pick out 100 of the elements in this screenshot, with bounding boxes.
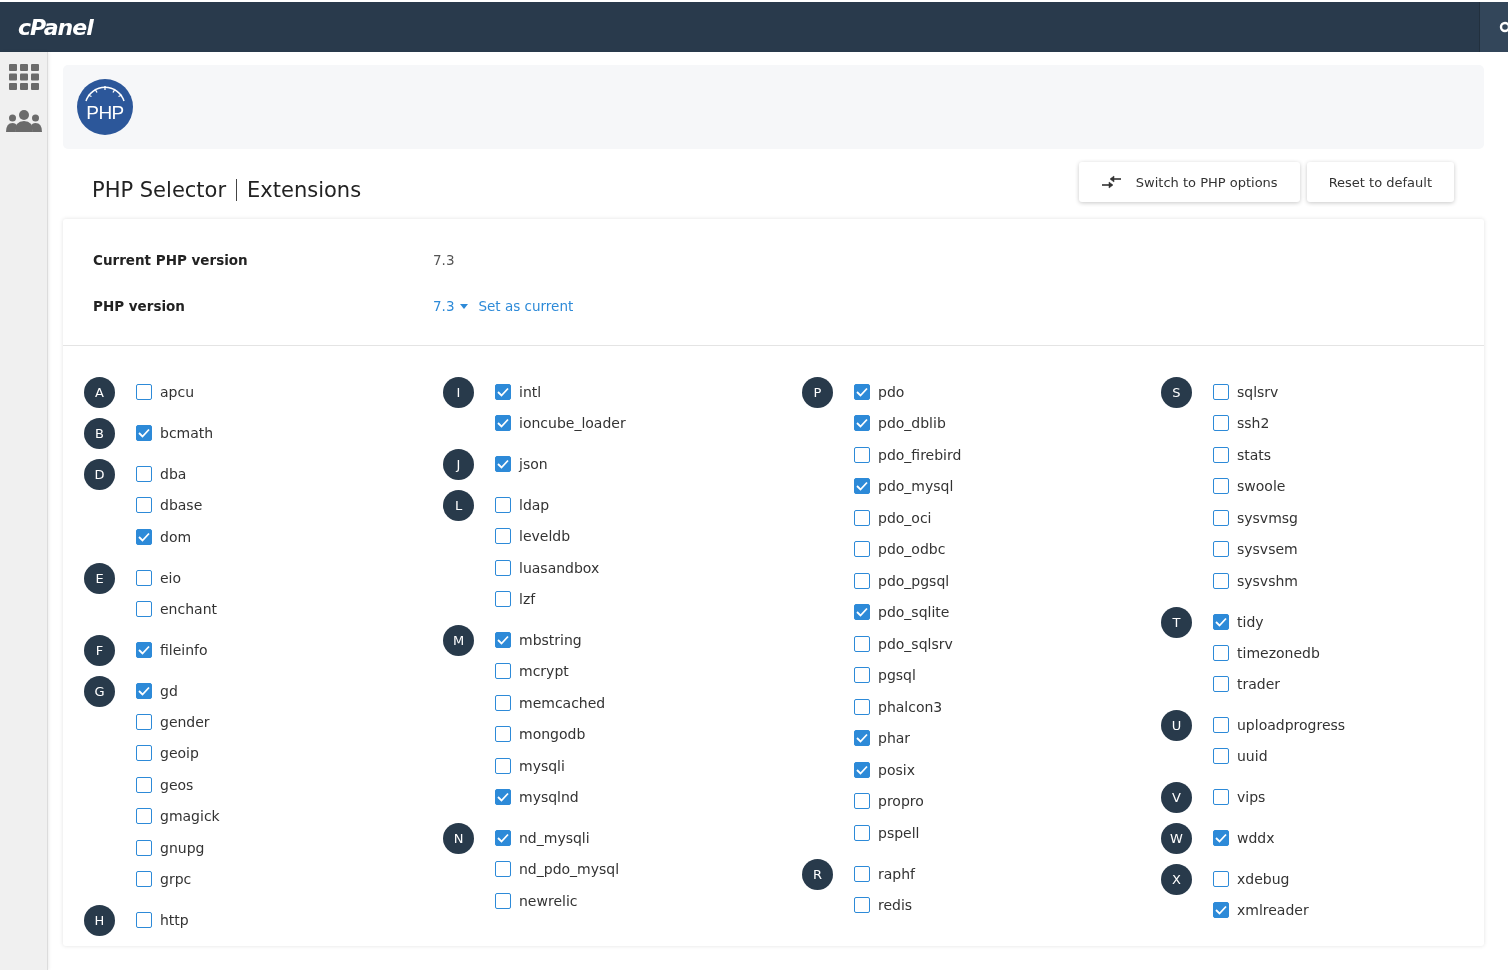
checkbox[interactable] — [495, 528, 511, 544]
checkbox[interactable] — [495, 726, 511, 742]
checkbox[interactable] — [495, 663, 511, 679]
checkbox[interactable] — [136, 384, 152, 400]
checkbox[interactable] — [495, 694, 511, 711]
checkbox[interactable] — [136, 745, 152, 761]
checkbox[interactable] — [1213, 830, 1229, 846]
checkbox[interactable] — [854, 635, 870, 652]
checkbox[interactable] — [136, 713, 152, 730]
extension-name: gnupg — [160, 839, 205, 856]
checkbox[interactable] — [854, 446, 870, 463]
field-label: Current PHP version — [93, 252, 249, 268]
checkbox[interactable] — [1213, 541, 1229, 557]
checkbox[interactable] — [1213, 676, 1229, 692]
checkbox[interactable] — [495, 757, 511, 774]
checkbox[interactable] — [854, 698, 870, 715]
checkbox[interactable] — [136, 839, 152, 856]
checkbox[interactable] — [136, 682, 152, 699]
extension-name: pdo_sqlite — [878, 604, 950, 620]
checkbox[interactable] — [854, 415, 870, 431]
extension-name: nd_mysqli — [519, 830, 590, 846]
letter-badge: D — [84, 459, 115, 490]
letter-badge: R — [802, 858, 833, 890]
extension-name: fileinfo — [160, 641, 208, 658]
checkbox[interactable] — [854, 572, 870, 589]
extension-name: mbstring — [519, 632, 582, 648]
extension-name: ldap — [519, 497, 550, 513]
checkbox[interactable] — [854, 509, 870, 526]
letter-badge: H — [84, 905, 115, 936]
checkbox[interactable] — [854, 384, 870, 400]
checkbox[interactable] — [1213, 613, 1229, 630]
checkbox[interactable] — [854, 793, 870, 809]
checkbox[interactable] — [1213, 717, 1229, 733]
checkbox[interactable] — [136, 912, 152, 928]
checkbox[interactable] — [495, 830, 511, 846]
version-dropdown[interactable]: 7.3 — [433, 298, 469, 314]
extension-name: redis — [878, 896, 913, 913]
checkbox[interactable] — [136, 466, 152, 482]
extension-name: phar — [878, 730, 911, 746]
checkbox[interactable] — [1213, 384, 1229, 400]
cpanel-logo[interactable]: cPanel — [18, 14, 93, 40]
extension-name: phalcon3 — [878, 698, 943, 715]
checkbox[interactable] — [1213, 871, 1229, 887]
checkbox[interactable] — [1213, 415, 1229, 431]
reset-button[interactable]: Reset to default — [1306, 162, 1454, 202]
checkbox[interactable] — [1213, 789, 1229, 805]
checkbox[interactable] — [136, 641, 152, 658]
checkbox[interactable] — [495, 559, 511, 576]
checkbox[interactable] — [136, 528, 152, 545]
checkbox[interactable] — [854, 730, 870, 746]
checkbox[interactable] — [495, 415, 511, 431]
checkbox[interactable] — [1213, 478, 1229, 494]
checkbox[interactable] — [854, 541, 870, 557]
checkbox[interactable] — [495, 456, 511, 472]
checkbox[interactable] — [136, 871, 152, 887]
extension-name: leveldb — [519, 528, 571, 544]
checkbox[interactable] — [1213, 509, 1229, 526]
extension-name: pdo_firebird — [878, 446, 962, 463]
extension-name: xmlreader — [1237, 902, 1309, 918]
checkbox[interactable] — [854, 667, 870, 683]
checkbox[interactable] — [495, 632, 511, 648]
checkbox[interactable] — [136, 600, 152, 617]
checkbox[interactable] — [1213, 572, 1229, 589]
checkbox[interactable] — [854, 761, 870, 778]
extension-name: trader — [1237, 676, 1281, 692]
checkbox[interactable] — [1213, 644, 1229, 661]
checkbox[interactable] — [1213, 902, 1229, 918]
checkbox[interactable] — [495, 384, 511, 400]
extension-name: geos — [160, 776, 194, 793]
checkbox[interactable] — [854, 478, 870, 494]
checkbox[interactable] — [1213, 446, 1229, 463]
extension-name: pdo_oci — [878, 509, 932, 526]
checkbox[interactable] — [495, 591, 511, 607]
extension-name: raphf — [878, 865, 916, 882]
extension-name: tidy — [1237, 613, 1264, 630]
switch-options-button[interactable]: Switch to PHP options — [1078, 162, 1300, 202]
checkbox[interactable] — [854, 865, 870, 882]
checkbox[interactable] — [495, 861, 511, 877]
set-current-link[interactable]: Set as current — [478, 298, 574, 314]
users-icon[interactable] — [5, 110, 42, 132]
extension-name: sysvsem — [1237, 541, 1298, 557]
checkbox[interactable] — [136, 569, 152, 586]
extension-name: wddx — [1237, 830, 1275, 846]
checkbox[interactable] — [495, 497, 511, 513]
checkbox[interactable] — [136, 425, 152, 441]
checkbox[interactable] — [854, 896, 870, 913]
checkbox[interactable] — [136, 776, 152, 793]
extension-name: ioncube_loader — [519, 415, 626, 431]
checkbox[interactable] — [495, 789, 511, 805]
checkbox[interactable] — [854, 824, 870, 841]
extension-name: ssh2 — [1237, 415, 1270, 431]
apps-grid-icon[interactable] — [8, 64, 39, 90]
checkbox[interactable] — [854, 604, 870, 620]
extension-name: mysqli — [519, 757, 565, 774]
search-tab[interactable] — [1479, 2, 1508, 52]
letter-badge: A — [84, 377, 115, 408]
checkbox[interactable] — [495, 892, 511, 909]
checkbox[interactable] — [1213, 748, 1229, 764]
checkbox[interactable] — [136, 808, 152, 824]
checkbox[interactable] — [136, 497, 152, 513]
